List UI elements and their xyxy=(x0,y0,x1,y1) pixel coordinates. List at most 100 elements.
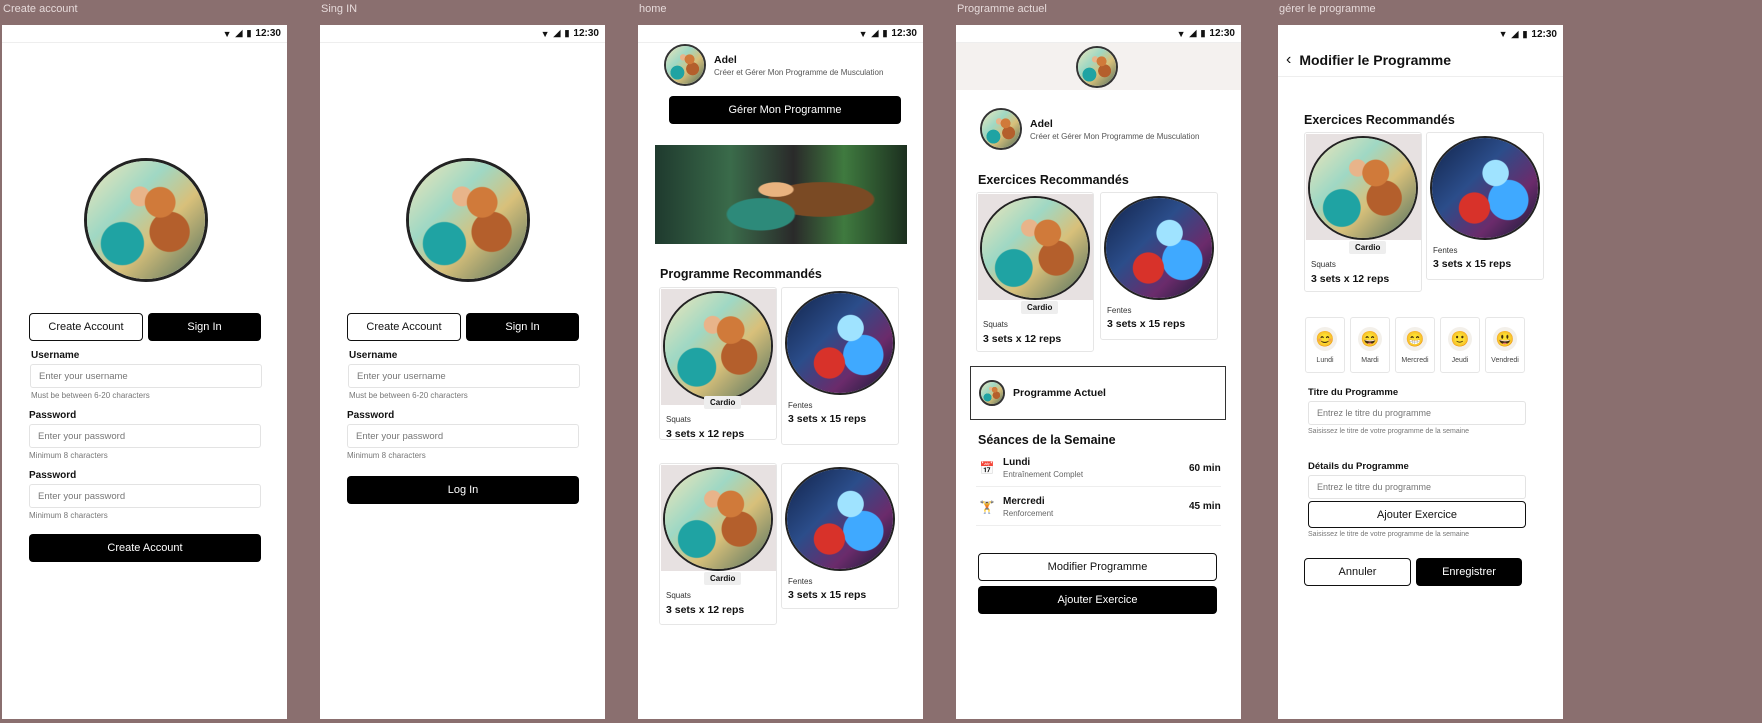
exercise-name: Squats xyxy=(983,320,1008,329)
hero-banner xyxy=(655,145,907,244)
session-day: Mercredi xyxy=(1003,496,1045,507)
sign-in-tab[interactable]: Sign In xyxy=(148,313,261,341)
program-details-input[interactable]: Entrez le titre du programme xyxy=(1308,475,1526,499)
frame-label-home: home xyxy=(639,3,667,15)
day-chip-jeudi[interactable]: 🙂 Jeudi xyxy=(1440,317,1480,373)
exercise-name: Squats xyxy=(666,415,691,424)
battery-icon: ▮ xyxy=(882,28,888,38)
create-account-tab[interactable]: Create Account xyxy=(29,313,143,341)
recommended-exercises-title: Exercices Recommandés xyxy=(978,173,1129,187)
avatar xyxy=(979,380,1005,406)
exercise-card-fentes[interactable]: Fentes 3 sets x 15 reps xyxy=(781,287,899,445)
username-input[interactable]: Enter your username xyxy=(348,364,580,388)
password-input[interactable]: Enter your password xyxy=(29,424,261,448)
status-time: 12:30 xyxy=(573,28,599,39)
modify-program-button[interactable]: Modifier Programme xyxy=(978,553,1217,581)
session-row-lundi[interactable]: 📅 Lundi Entraînement Complet xyxy=(979,457,1084,479)
category-tag: Cardio xyxy=(704,572,742,585)
day-chip-lundi[interactable]: 😊 Lundi xyxy=(1305,317,1345,373)
status-bar: ▼ ◢ ▮ 12:30 xyxy=(2,25,287,43)
password-hint: Minimum 8 characters xyxy=(347,451,426,460)
exercise-sets: 3 sets x 15 reps xyxy=(1107,318,1186,330)
add-exercise-button[interactable]: Ajouter Exercice xyxy=(1308,501,1526,528)
wifi-icon: ▼ xyxy=(1176,28,1186,39)
wifi-icon: ▼ xyxy=(540,28,550,39)
status-time: 12:30 xyxy=(1209,28,1235,39)
exercise-name: Squats xyxy=(1311,260,1336,269)
card-image xyxy=(785,291,895,395)
back-chevron-icon[interactable]: ‹ xyxy=(1286,51,1291,69)
sign-in-screen: ▼ ◢ ▮ 12:30 Create Account Sign In Usern… xyxy=(320,25,605,719)
smiley-icon: 😊 xyxy=(1313,326,1337,351)
signal-icon: ◢ xyxy=(871,28,879,38)
session-type: Entraînement Complet xyxy=(1003,470,1084,479)
sign-in-tab[interactable]: Sign In xyxy=(466,313,579,341)
status-time: 12:30 xyxy=(255,28,281,39)
day-chip-vendredi[interactable]: 😃 Vendredi xyxy=(1485,317,1525,373)
session-row-mercredi[interactable]: 🏋 Mercredi Renforcement xyxy=(979,496,1054,518)
exercise-card-fentes[interactable]: Fentes 3 sets x 15 reps xyxy=(1426,132,1544,280)
exercise-sets: 3 sets x 15 reps xyxy=(788,413,867,425)
exercise-card-fentes[interactable]: Fentes 3 sets x 15 reps xyxy=(1100,192,1218,340)
card-image xyxy=(1430,136,1540,240)
smiley-icon: 😃 xyxy=(1493,326,1517,351)
top-header xyxy=(956,43,1241,90)
wifi-icon: ▼ xyxy=(1498,29,1508,39)
card-image xyxy=(980,196,1090,300)
manage-program-button[interactable]: Gérer Mon Programme xyxy=(669,96,901,124)
manage-program-screen: ▼ ◢ ▮ 12:30 ‹ Modifier le Programme Exer… xyxy=(1278,25,1563,719)
cancel-button[interactable]: Annuler xyxy=(1304,558,1411,586)
calendar-icon: 📅 xyxy=(979,461,995,475)
profile-subtitle: Créer et Gérer Mon Programme de Musculat… xyxy=(714,67,884,77)
app-bar: ‹ Modifier le Programme xyxy=(1278,43,1563,77)
session-type: Renforcement xyxy=(1003,509,1054,518)
day-chip-mardi[interactable]: 😄 Mardi xyxy=(1350,317,1390,373)
add-exercise-button[interactable]: Ajouter Exercice xyxy=(978,586,1217,614)
username-input[interactable]: Enter your username xyxy=(30,364,262,388)
session-duration: 60 min xyxy=(1189,463,1221,474)
battery-icon: ▮ xyxy=(564,28,570,38)
frame-label-current-program: Programme actuel xyxy=(957,3,1047,15)
exercise-card-squats[interactable]: Cardio Squats 3 sets x 12 reps xyxy=(659,287,777,440)
exercise-card-squats[interactable]: Cardio Squats 3 sets x 12 reps xyxy=(659,463,777,625)
category-tag: Cardio xyxy=(1349,241,1387,254)
password-label: Password xyxy=(347,410,395,421)
profile-name: Adel xyxy=(1030,117,1053,130)
avatar xyxy=(1076,46,1118,88)
card-image xyxy=(785,467,895,571)
signal-icon: ◢ xyxy=(1511,28,1519,39)
username-label: Username xyxy=(349,350,398,361)
create-account-button[interactable]: Create Account xyxy=(29,534,261,562)
category-tag: Cardio xyxy=(1021,301,1059,314)
confirm-password-input[interactable]: Enter your password xyxy=(29,484,261,508)
exercise-card-squats[interactable]: Cardio Squats 3 sets x 12 reps xyxy=(976,192,1094,352)
password-input[interactable]: Enter your password xyxy=(347,424,579,448)
program-title-input[interactable]: Entrez le titre du programme xyxy=(1308,401,1526,425)
signal-icon: ◢ xyxy=(1189,28,1197,38)
card-image xyxy=(663,467,773,571)
exercise-sets: 3 sets x 15 reps xyxy=(788,589,867,601)
exercise-card-fentes[interactable]: Fentes 3 sets x 15 reps xyxy=(781,463,899,609)
current-program-row[interactable]: Programme Actuel xyxy=(970,366,1226,420)
session-day: Lundi xyxy=(1003,457,1031,468)
signal-icon: ◢ xyxy=(235,28,243,38)
current-program-screen: ▼ ◢ ▮ 12:30 Adel Créer et Gérer Mon Prog… xyxy=(956,25,1241,719)
program-details-label: Détails du Programme xyxy=(1308,461,1409,472)
exercise-name: Fentes xyxy=(788,577,813,586)
day-chip-mercredi[interactable]: 😁 Mercredi xyxy=(1395,317,1435,373)
log-in-button[interactable]: Log In xyxy=(347,476,579,504)
exercise-card-squats[interactable]: Cardio Squats 3 sets x 12 reps xyxy=(1304,132,1422,292)
battery-icon: ▮ xyxy=(1522,28,1528,39)
create-account-tab[interactable]: Create Account xyxy=(347,313,461,341)
card-image xyxy=(1308,136,1418,240)
status-time: 12:30 xyxy=(891,28,917,39)
day-label: Mercredi xyxy=(1401,356,1429,364)
home-screen: ▼ ◢ ▮ 12:30 Adel Créer et Gérer Mon Prog… xyxy=(638,25,923,719)
smiley-icon: 😄 xyxy=(1358,326,1382,351)
battery-icon: ▮ xyxy=(246,28,252,38)
profile-subtitle: Créer et Gérer Mon Programme de Musculat… xyxy=(1030,131,1200,141)
recommended-exercises-title: Exercices Recommandés xyxy=(1304,113,1455,127)
avatar xyxy=(980,108,1022,150)
program-details-hint: Saisissez le titre de votre programme de… xyxy=(1308,531,1470,538)
save-button[interactable]: Enregistrer xyxy=(1416,558,1522,586)
